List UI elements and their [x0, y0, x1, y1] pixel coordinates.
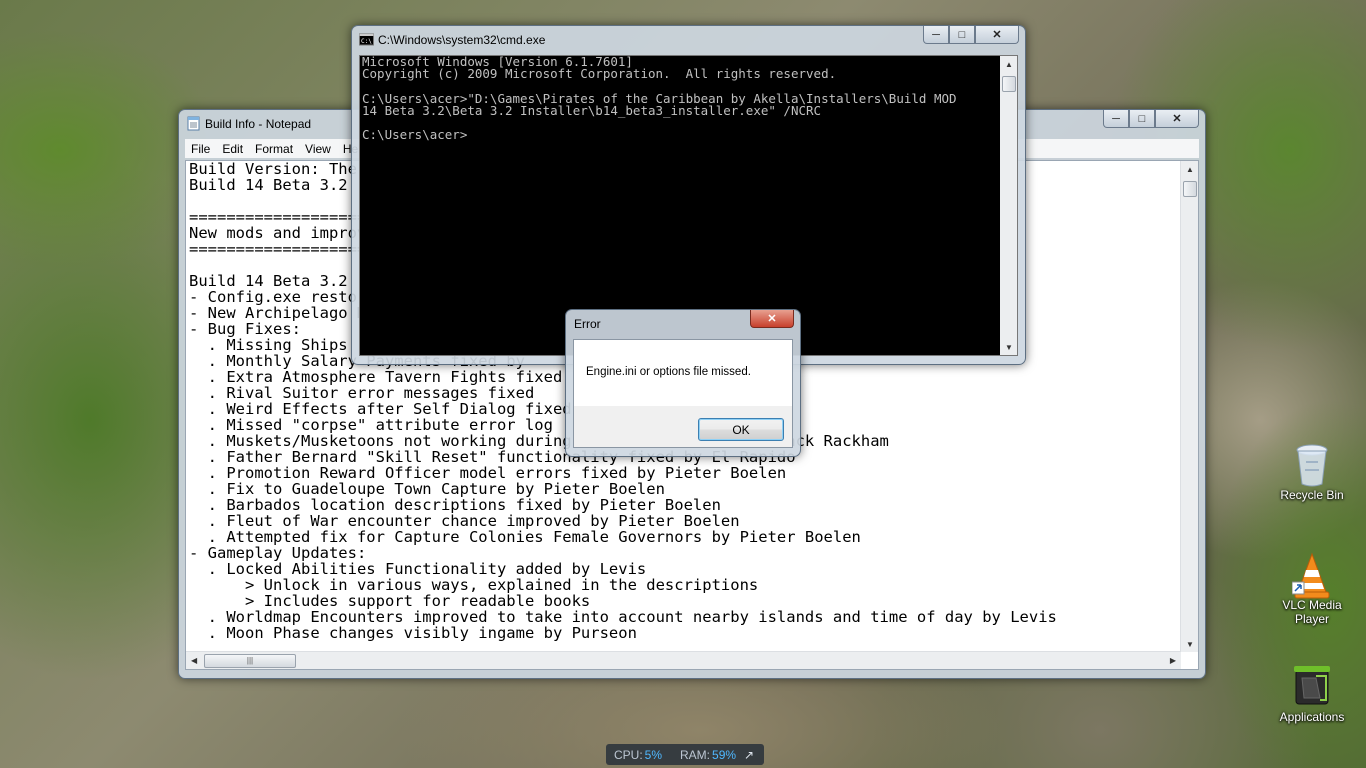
close-button[interactable]: ✕ [1155, 110, 1199, 128]
minimize-button[interactable]: ─ [923, 26, 949, 44]
notepad-line: . Promotion Reward Officer model errors … [189, 464, 787, 482]
desktop-icon-applications[interactable]: Applications [1272, 664, 1352, 724]
dialog-body: Engine.ini or options file missed. OK [573, 339, 793, 448]
applications-icon [1292, 664, 1332, 708]
desktop-icon-label: Recycle Bin [1280, 488, 1344, 502]
desktop-icon-label: Applications [1279, 710, 1345, 724]
close-icon: ✕ [767, 313, 777, 325]
desktop-icon-vlc[interactable]: VLC Media Player [1272, 552, 1352, 626]
dialog-title: Error [574, 317, 601, 331]
ram-label: RAM: [680, 747, 711, 762]
menu-format[interactable]: Format [249, 142, 299, 156]
menu-edit[interactable]: Edit [216, 142, 249, 156]
vlc-cone-icon [1291, 552, 1332, 599]
recycle-bin-icon [1292, 442, 1332, 487]
desktop-icon-label: VLC Media Player [1282, 598, 1342, 626]
horizontal-scrollbar[interactable]: ◀ ||| ▶ [186, 651, 1181, 669]
svg-text:C:\: C:\ [361, 38, 372, 45]
menu-view[interactable]: View [299, 142, 337, 156]
ram-value: 59% [712, 747, 737, 762]
vertical-scroll-thumb[interactable] [1183, 181, 1197, 197]
dialog-message: Engine.ini or options file missed. [586, 366, 751, 378]
cmd-line: C:\Users\acer> [362, 127, 468, 143]
scroll-right-icon[interactable]: ▶ [1170, 656, 1176, 665]
scroll-up-icon[interactable]: ▲ [1186, 165, 1194, 174]
close-icon: ✕ [1172, 113, 1182, 125]
dialog-message-area: Engine.ini or options file missed. [574, 340, 792, 406]
notepad-line: . Moon Phase changes visibly ingame by P… [189, 624, 637, 642]
notepad-line: - Gameplay Updates: [189, 544, 367, 562]
notepad-line: > Includes support for readable books [189, 592, 591, 610]
vertical-scrollbar[interactable]: ▲ ▼ [1180, 161, 1198, 652]
cmd-output: Microsoft Windows [Version 6.1.7601] Copy… [362, 56, 957, 141]
cmd-titlebar[interactable]: C:\ C:\Windows\system32\cmd.exe ─ □ ✕ [352, 26, 1025, 54]
desktop-icon-recycle-bin[interactable]: Recycle Bin [1272, 442, 1352, 502]
maximize-icon: □ [1138, 112, 1146, 125]
cmd-line: 14 Beta 3.2\Beta 3.2 Installer\b14_beta3… [362, 102, 822, 118]
close-icon: ✕ [992, 29, 1002, 41]
cpu-label: CPU: [614, 747, 643, 762]
maximize-button[interactable]: □ [949, 26, 975, 44]
menu-file[interactable]: File [185, 142, 216, 156]
notepad-line: . Worldmap Encounters improved to take i… [189, 608, 1057, 626]
scroll-down-icon[interactable]: ▼ [1005, 343, 1013, 352]
notepad-title: Build Info - Notepad [205, 117, 312, 131]
cmd-title: C:\Windows\system32\cmd.exe [378, 33, 546, 47]
ok-button[interactable]: OK [698, 418, 784, 441]
minimize-icon: ─ [1112, 112, 1120, 125]
vertical-scrollbar[interactable]: ▲ ▼ [1000, 56, 1017, 355]
maximize-icon: □ [958, 28, 966, 41]
scroll-left-icon[interactable]: ◀ [191, 656, 197, 665]
horizontal-scroll-thumb[interactable]: ||| [204, 654, 296, 668]
cpu-value: 5% [644, 747, 663, 762]
notepad-line: . Attempted fix for Capture Colonies Fem… [189, 528, 861, 546]
close-button[interactable]: ✕ [750, 310, 794, 328]
system-monitor-gadget[interactable]: CPU: 5% RAM: 59% ↗ [606, 744, 764, 765]
notepad-line: > Unlock in various ways, explained in t… [189, 576, 759, 594]
notepad-line: . Fleut of War encounter chance improved… [189, 512, 740, 530]
scroll-up-icon[interactable]: ▲ [1005, 60, 1013, 69]
cmd-icon: C:\ [359, 32, 374, 47]
cmd-line: Copyright (c) 2009 Microsoft Corporation… [362, 66, 837, 82]
close-button[interactable]: ✕ [975, 26, 1019, 44]
notepad-line: . Locked Abilities Functionality added b… [189, 560, 647, 578]
scroll-down-icon[interactable]: ▼ [1186, 640, 1194, 649]
notepad-line: . Fix to Guadeloupe Town Capture by Piet… [189, 480, 665, 498]
notepad-line: . Barbados location descriptions fixed b… [189, 496, 721, 514]
error-dialog[interactable]: Error ✕ Engine.ini or options file misse… [565, 309, 801, 457]
notepad-icon [186, 116, 201, 131]
expand-arrow-icon[interactable]: ↗ [744, 748, 754, 762]
maximize-button[interactable]: □ [1129, 110, 1155, 128]
minimize-button[interactable]: ─ [1103, 110, 1129, 128]
dialog-titlebar[interactable]: Error ✕ [566, 310, 800, 338]
vertical-scroll-thumb[interactable] [1002, 76, 1016, 92]
minimize-icon: ─ [932, 28, 940, 41]
